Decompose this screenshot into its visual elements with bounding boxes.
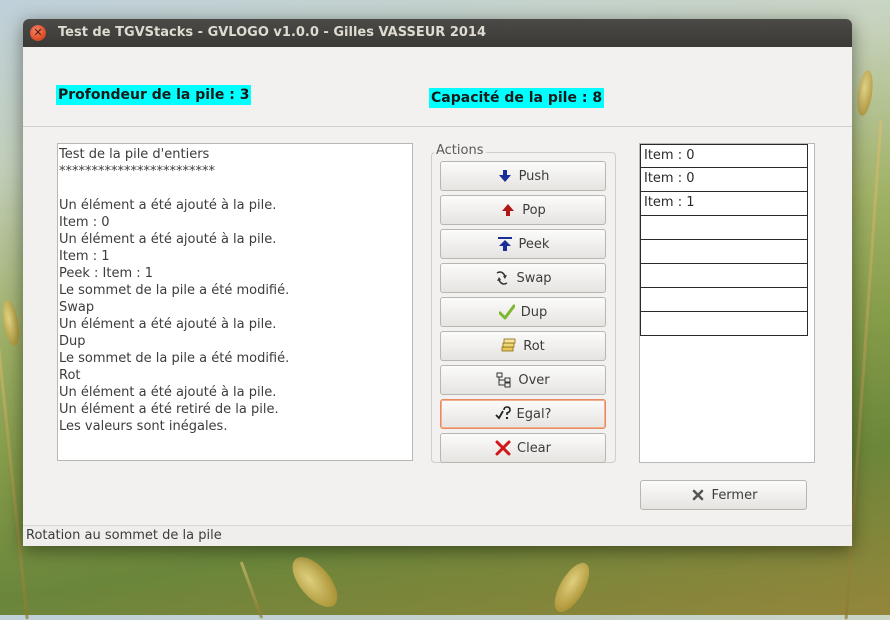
log-line: Peek : Item : 1	[59, 266, 154, 281]
stack-rotate-icon	[501, 338, 517, 354]
separator	[23, 126, 852, 127]
tree-icon	[496, 372, 512, 388]
fermer-button[interactable]: Fermer	[640, 480, 807, 510]
rot-button[interactable]: Rot	[440, 331, 606, 361]
stack-cell	[640, 288, 808, 312]
rot-button-label: Rot	[523, 338, 545, 354]
stack-cell	[640, 312, 808, 336]
log-line: Rot	[59, 368, 81, 383]
peek-button-label: Peek	[518, 236, 550, 252]
background-wheat	[239, 561, 264, 619]
stack-cell: Item : 0	[640, 144, 808, 168]
log-line: Le sommet de la pile a été modifié.	[59, 283, 290, 298]
close-icon	[690, 487, 706, 503]
log-line: Un élément a été ajouté à la pile.	[59, 385, 277, 400]
log-line: Le sommet de la pile a été modifié.	[59, 351, 290, 366]
log-line: Les valeurs sont inégales.	[59, 419, 228, 434]
egal-button-label: Egal?	[516, 406, 552, 422]
swap-button[interactable]: Swap	[440, 263, 606, 293]
background-wheat-ear	[854, 69, 876, 117]
log-line: Un élément a été ajouté à la pile.	[59, 317, 277, 332]
stack-cell: Item : 1	[640, 192, 808, 216]
log-line: Un élément a été retiré de la pile.	[59, 402, 279, 417]
swap-button-label: Swap	[516, 270, 552, 286]
red-x-icon	[495, 440, 511, 456]
stack-cell	[640, 216, 808, 240]
question-check-icon	[494, 406, 511, 422]
over-button-label: Over	[518, 372, 550, 388]
stack-view[interactable]: Item : 0 Item : 0 Item : 1	[639, 143, 815, 463]
app-window: ✕ Test de TGVStacks - GVLOGO v1.0.0 - Gi…	[23, 19, 852, 546]
clear-button-label: Clear	[517, 440, 551, 456]
log-output[interactable]: Test de la pile d'entiers **************…	[57, 143, 413, 461]
stack-capacity-label: Capacité de la pile : 8	[429, 88, 605, 108]
log-line: Un élément a été ajouté à la pile.	[59, 198, 277, 213]
window-title: Test de TGVStacks - GVLOGO v1.0.0 - Gill…	[58, 25, 487, 40]
arrow-to-top-icon	[497, 236, 513, 252]
arrow-down-icon	[497, 168, 513, 184]
over-button[interactable]: Over	[440, 365, 606, 395]
push-button[interactable]: Push	[440, 161, 606, 191]
background-wheat-ear	[284, 549, 346, 615]
clear-button[interactable]: Clear	[440, 433, 606, 463]
close-window-button[interactable]: ✕	[30, 25, 46, 41]
log-line: Item : 1	[59, 249, 110, 264]
dup-button[interactable]: Dup	[440, 297, 606, 327]
egal-button[interactable]: Egal?	[440, 399, 606, 429]
title-bar: ✕ Test de TGVStacks - GVLOGO v1.0.0 - Gi…	[23, 19, 852, 47]
log-line: Item : 0	[59, 215, 110, 230]
stack-cell	[640, 264, 808, 288]
stack-depth-label: Profondeur de la pile : 3	[56, 85, 252, 105]
swap-icon	[494, 270, 510, 286]
arrow-up-icon	[500, 202, 516, 218]
stack-cell	[640, 240, 808, 264]
log-line: Dup	[59, 334, 86, 349]
dup-button-label: Dup	[520, 304, 548, 320]
status-bar: Rotation au sommet de la pile	[23, 525, 852, 546]
background-wheat-ear	[547, 557, 597, 618]
log-line: Un élément a été ajouté à la pile.	[59, 232, 277, 247]
log-line: Swap	[59, 300, 95, 315]
pop-button[interactable]: Pop	[440, 195, 606, 225]
log-line: ************************	[59, 164, 215, 179]
checkmark-icon	[498, 304, 515, 320]
pop-button-label: Pop	[522, 202, 546, 218]
close-icon: ✕	[33, 26, 43, 39]
background-wheat-ear	[0, 299, 22, 347]
actions-group-title: Actions	[434, 143, 486, 159]
fermer-button-label: Fermer	[711, 487, 758, 503]
stack-cell: Item : 0	[640, 168, 808, 192]
push-button-label: Push	[518, 168, 550, 184]
log-line: Test de la pile d'entiers	[59, 147, 210, 162]
peek-button[interactable]: Peek	[440, 229, 606, 259]
status-text: Rotation au sommet de la pile	[26, 528, 222, 543]
